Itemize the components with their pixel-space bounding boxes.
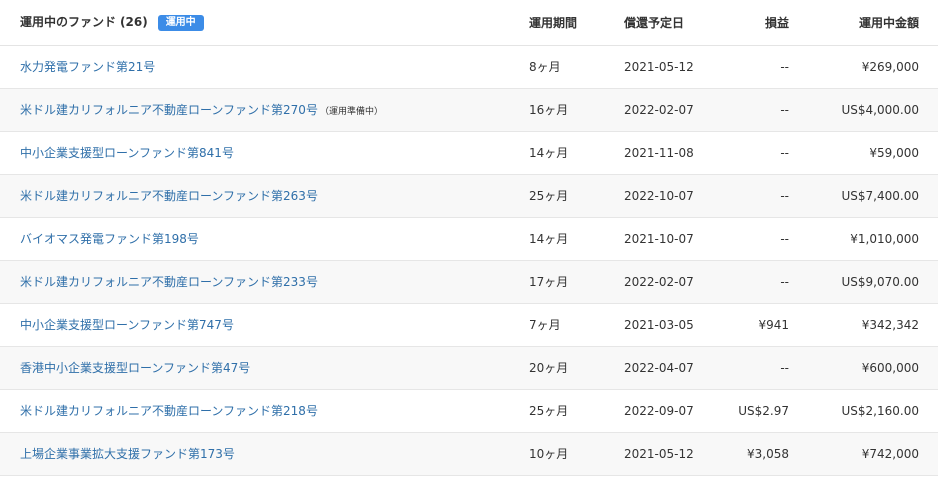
fund-period: 25ヶ月 [529,404,569,418]
table-row: 中小企業支援型ローンファンド第841号 14ヶ月 2021-11-08 -- ¥… [0,131,938,174]
fund-repayment-date: 2021-05-12 [624,59,694,74]
fund-amount: US$2,160.00 [841,403,919,418]
status-badge: 運用中 [157,15,204,32]
fund-amount: US$7,400.00 [841,188,919,203]
table-row: 米ドル建カリフォルニア不動産ローンファンド第233号 17ヶ月 2022-02-… [0,260,938,303]
fund-amount: ¥342,342 [861,317,919,332]
fund-name-link[interactable]: 水力発電ファンド第21号 [20,60,155,74]
section-title: 運用中のファンド [20,15,117,30]
fund-table: 運用中のファンド (26) 運用中 運用期間 償還予定日 損益 運用中金額 水力発電… [0,0,938,476]
column-header-period: 運用期間 [529,15,578,30]
fund-profit-loss: -- [780,102,789,117]
fund-profit-loss: US$2.97 [738,403,789,418]
table-row: 上場企業事業拡大支援ファンド第173号 10ヶ月 2021-05-12 ¥3,0… [0,432,938,475]
fund-name-link[interactable]: バイオマス発電ファンド第198号 [20,232,199,246]
fund-period: 10ヶ月 [529,447,569,461]
fund-period: 7ヶ月 [529,318,561,332]
fund-repayment-date: 2022-02-07 [624,274,694,289]
table-row: 米ドル建カリフォルニア不動産ローンファンド第263号 25ヶ月 2022-10-… [0,174,938,217]
fund-period: 25ヶ月 [529,189,569,203]
fund-name-cell: 水力発電ファンド第21号 [0,45,529,88]
table-row: バイオマス発電ファンド第198号 14ヶ月 2021-10-07 -- ¥1,0… [0,217,938,260]
fund-period: 14ヶ月 [529,146,569,160]
fund-name-link[interactable]: 中小企業支援型ローンファンド第747号 [20,318,234,332]
table-row: 香港中小企業支援型ローンファンド第47号 20ヶ月 2022-04-07 -- … [0,346,938,389]
fund-name-link[interactable]: 米ドル建カリフォルニア不動産ローンファンド第270号 [20,103,318,117]
fund-name-cell: 米ドル建カリフォルニア不動産ローンファンド第218号 [0,389,529,432]
fund-repayment-date: 2021-10-07 [624,231,694,246]
column-header-amount: 運用中金額 [858,15,919,30]
fund-name-link[interactable]: 香港中小企業支援型ローンファンド第47号 [20,361,250,375]
fund-repayment-date: 2021-05-12 [624,446,694,461]
fund-profit-loss: -- [780,188,789,203]
fund-profit-loss: ¥3,058 [747,446,789,461]
column-header-profit-loss: 損益 [764,15,789,30]
fund-amount: ¥1,010,000 [850,231,919,246]
fund-amount: ¥269,000 [861,59,919,74]
fund-period: 8ヶ月 [529,60,561,74]
fund-name-cell: 米ドル建カリフォルニア不動産ローンファンド第270号 （運用準備中） [0,88,529,131]
fund-period: 14ヶ月 [529,232,569,246]
table-row: 米ドル建カリフォルニア不動産ローンファンド第218号 25ヶ月 2022-09-… [0,389,938,432]
fund-amount: US$9,070.00 [841,274,919,289]
fund-amount: US$4,000.00 [841,102,919,117]
fund-name-cell: バイオマス発電ファンド第198号 [0,217,529,260]
table-title-cell: 運用中のファンド (26) 運用中 [0,0,529,45]
fund-repayment-date: 2022-10-07 [624,188,694,203]
fund-amount: ¥742,000 [861,446,919,461]
fund-name-cell: 上場企業事業拡大支援ファンド第173号 [0,432,529,475]
fund-repayment-date: 2021-11-08 [624,145,694,160]
table-header-row: 運用中のファンド (26) 運用中 運用期間 償還予定日 損益 運用中金額 [0,0,938,45]
fund-count: (26) [120,15,148,30]
fund-period: 16ヶ月 [529,103,569,117]
fund-repayment-date: 2021-03-05 [624,317,694,332]
fund-name-cell: 中小企業支援型ローンファンド第747号 [0,303,529,346]
fund-name-link[interactable]: 米ドル建カリフォルニア不動産ローンファンド第233号 [20,275,318,289]
fund-profit-loss: -- [780,360,789,375]
fund-profit-loss: -- [780,231,789,246]
fund-repayment-date: 2022-04-07 [624,360,694,375]
fund-name-link[interactable]: 上場企業事業拡大支援ファンド第173号 [20,447,235,461]
fund-profit-loss: ¥941 [758,317,789,332]
fund-status-note: （運用準備中） [319,107,383,117]
table-row: 中小企業支援型ローンファンド第747号 7ヶ月 2021-03-05 ¥941 … [0,303,938,346]
fund-name-cell: 米ドル建カリフォルニア不動産ローンファンド第233号 [0,260,529,303]
fund-name-link[interactable]: 米ドル建カリフォルニア不動産ローンファンド第218号 [20,404,318,418]
fund-name-link[interactable]: 中小企業支援型ローンファンド第841号 [20,146,234,160]
fund-name-link[interactable]: 米ドル建カリフォルニア不動産ローンファンド第263号 [20,189,318,203]
fund-profit-loss: -- [780,145,789,160]
fund-repayment-date: 2022-02-07 [624,102,694,117]
column-header-repayment-date: 償還予定日 [624,15,685,30]
fund-repayment-date: 2022-09-07 [624,403,694,418]
fund-name-cell: 香港中小企業支援型ローンファンド第47号 [0,346,529,389]
fund-amount: ¥600,000 [861,360,919,375]
table-row: 水力発電ファンド第21号 8ヶ月 2021-05-12 -- ¥269,000 [0,45,938,88]
table-row: 米ドル建カリフォルニア不動産ローンファンド第270号 （運用準備中） 16ヶ月 2… [0,88,938,131]
fund-period: 17ヶ月 [529,275,569,289]
fund-period: 20ヶ月 [529,361,569,375]
fund-profit-loss: -- [780,59,789,74]
fund-amount: ¥59,000 [869,145,919,160]
fund-profit-loss: -- [780,274,789,289]
fund-name-cell: 中小企業支援型ローンファンド第841号 [0,131,529,174]
fund-name-cell: 米ドル建カリフォルニア不動産ローンファンド第263号 [0,174,529,217]
